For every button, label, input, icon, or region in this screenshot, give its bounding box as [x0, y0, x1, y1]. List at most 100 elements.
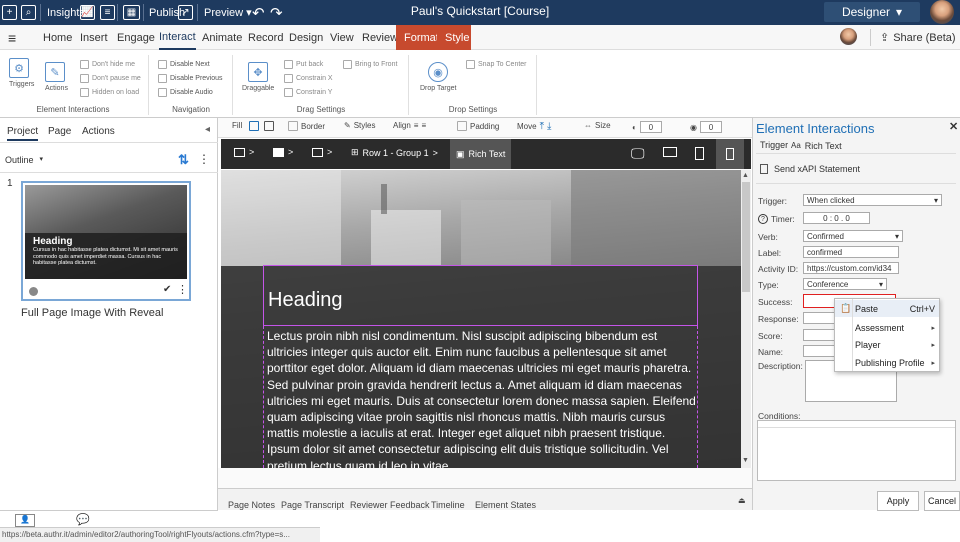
tab-element-states[interactable]: Element States [475, 500, 536, 510]
disable-audio-option[interactable]: Disable Audio [158, 88, 213, 97]
timer-input[interactable]: 0 : 0 . 0 [803, 212, 870, 224]
tab-page-transcript[interactable]: Page Transcript [281, 500, 344, 510]
tab-engage[interactable]: Engage [117, 25, 155, 50]
breadcrumb-page[interactable]: > [234, 147, 254, 157]
role-dropdown[interactable]: Designer ▾ [824, 2, 920, 22]
scroll-thumb[interactable] [742, 182, 750, 292]
check-icon[interactable]: ✔ [163, 284, 171, 295]
chat-icon[interactable]: 💬 [76, 513, 90, 526]
menu-item-paste[interactable]: Paste [855, 304, 878, 314]
tablet-landscape-icon[interactable] [663, 147, 677, 157]
hamburger-menu-icon[interactable]: ≡ [8, 25, 16, 50]
rotate-input[interactable]: 0 [699, 121, 722, 133]
response-input[interactable] [803, 312, 838, 324]
cancel-button[interactable]: Cancel [924, 491, 960, 511]
tab-style[interactable]: Style [437, 25, 471, 50]
page-thumbnail[interactable]: Heading Cursus in hac habitasse platea d… [21, 181, 191, 301]
verb-select[interactable]: Confirmed ▾ [803, 230, 903, 242]
snap-to-center-option[interactable]: Snap To Center [466, 60, 527, 69]
tab-format[interactable]: Format [396, 25, 439, 50]
tab-home[interactable]: Home [43, 25, 72, 50]
constrain-x-option[interactable]: Constrain X [284, 74, 333, 83]
tablet-portrait-icon[interactable] [695, 147, 704, 160]
mobile-view-icon[interactable] [716, 139, 744, 169]
selected-action[interactable]: Send xAPI Statement [760, 164, 860, 174]
collapse-panel-icon[interactable]: ◂ [205, 124, 210, 135]
menu-item-publishing-profile[interactable]: Publishing Profile [855, 358, 925, 368]
rotate-control[interactable]: ◉ 0 [690, 121, 722, 133]
border-button[interactable]: Border [288, 121, 325, 131]
page-title[interactable]: Full Page Image With Reveal [21, 307, 163, 319]
tab-view[interactable]: View [330, 25, 354, 50]
tab-animate[interactable]: Animate [202, 25, 242, 50]
tab-design[interactable]: Design [289, 25, 323, 50]
tab-actions[interactable]: Actions [82, 126, 115, 137]
triggers-button[interactable]: ⚙ Triggers [9, 58, 34, 88]
page-more-icon[interactable]: ⋮ [177, 283, 188, 296]
dont-hide-me-option[interactable]: Don't hide me [80, 60, 135, 69]
opacity-input[interactable]: 0 [639, 121, 662, 133]
drop-target-button[interactable]: ◉ Drop Target [420, 62, 456, 92]
tab-record[interactable]: Record [248, 25, 283, 50]
scroll-up-icon[interactable]: ▲ [742, 172, 749, 179]
breadcrumb-row[interactable]: ⊞ Row 1 - Group 1 > [351, 147, 438, 158]
breadcrumb-container[interactable]: > [312, 147, 332, 157]
tab-review[interactable]: Review [362, 25, 398, 50]
user-avatar[interactable] [930, 0, 954, 24]
tab-project[interactable]: Project [7, 126, 39, 141]
help-icon[interactable]: ? [758, 214, 768, 224]
name-input[interactable] [803, 345, 838, 357]
fill-image-icon[interactable] [264, 121, 274, 131]
content-heading[interactable]: Heading [268, 289, 343, 312]
share-button[interactable]: ⇪ Share (Beta) [880, 25, 956, 50]
menu-item-assessment[interactable]: Assessment [855, 323, 904, 333]
disable-next-option[interactable]: Disable Next [158, 60, 210, 69]
activity-id-input[interactable]: https://custom.com/id34 [803, 262, 899, 274]
label-input[interactable]: confirmed [803, 246, 899, 258]
tab-rich-text[interactable]: Aa Rich Text [791, 141, 842, 151]
tab-trigger[interactable]: Trigger [760, 140, 788, 150]
collaborator-avatar[interactable] [840, 28, 857, 45]
tab-insert[interactable]: Insert [80, 25, 108, 50]
breadcrumb-rich-text[interactable]: ▣ Rich Text [450, 139, 512, 169]
breadcrumb-section[interactable]: > [273, 147, 293, 157]
fill-color-icon[interactable] [249, 121, 259, 131]
menu-item-player[interactable]: Player [855, 340, 881, 350]
sync-icon[interactable]: ⇅ [178, 152, 189, 168]
tab-interact[interactable]: Interact [159, 25, 196, 50]
desktop-view-icon[interactable]: 🖵 [631, 145, 645, 162]
outline-dropdown[interactable]: Outline ▾ [5, 155, 43, 165]
canvas-scrollbar[interactable]: ▲ ▼ [741, 170, 751, 468]
align-button[interactable]: Align ≡ ≡ [393, 121, 426, 130]
conditions-box[interactable] [757, 420, 956, 481]
hidden-on-load-option[interactable]: Hidden on load [80, 88, 139, 97]
apply-button[interactable]: Apply [877, 491, 919, 511]
tab-timeline[interactable]: Timeline [431, 500, 465, 510]
paste-shortcut: Ctrl+V [909, 304, 935, 314]
trigger-select[interactable]: When clicked ▾ [803, 194, 942, 206]
close-icon[interactable]: ✕ [949, 120, 958, 133]
tab-page-notes[interactable]: Page Notes [228, 500, 275, 510]
text-icon: Aa [791, 141, 801, 150]
dont-pause-me-option[interactable]: Don't pause me [80, 74, 141, 83]
put-back-option[interactable]: Put back [284, 60, 323, 69]
size-button[interactable]: ⇔ Size [584, 121, 611, 130]
content-body[interactable]: Lectus proin nibh nisl condimentum. Nisl… [267, 328, 697, 468]
draggable-button[interactable]: ✥ Draggable [242, 62, 274, 92]
bring-to-front-option[interactable]: Bring to Front [343, 60, 397, 69]
expand-panel-icon[interactable]: ⏏ [738, 496, 746, 505]
scroll-down-icon[interactable]: ▼ [742, 457, 749, 464]
styles-button[interactable]: ✎ Styles [344, 121, 376, 130]
tab-reviewer-feedback[interactable]: Reviewer Feedback [350, 500, 430, 510]
opacity-control[interactable]: ◐ 0 [632, 121, 662, 133]
constrain-y-option[interactable]: Constrain Y [284, 88, 332, 97]
tab-page[interactable]: Page [48, 126, 71, 137]
actions-button[interactable]: ✎ Actions [45, 62, 68, 92]
disable-previous-option[interactable]: Disable Previous [158, 74, 223, 83]
more-options-icon[interactable]: ⋮ [198, 152, 210, 166]
move-button[interactable]: Move ⤒ ⤓ [517, 121, 551, 132]
type-select[interactable]: Conference ▾ [803, 278, 887, 290]
user-card-icon[interactable]: 👤 [15, 514, 35, 527]
score-input[interactable] [803, 329, 838, 341]
padding-button[interactable]: Padding [457, 121, 499, 131]
